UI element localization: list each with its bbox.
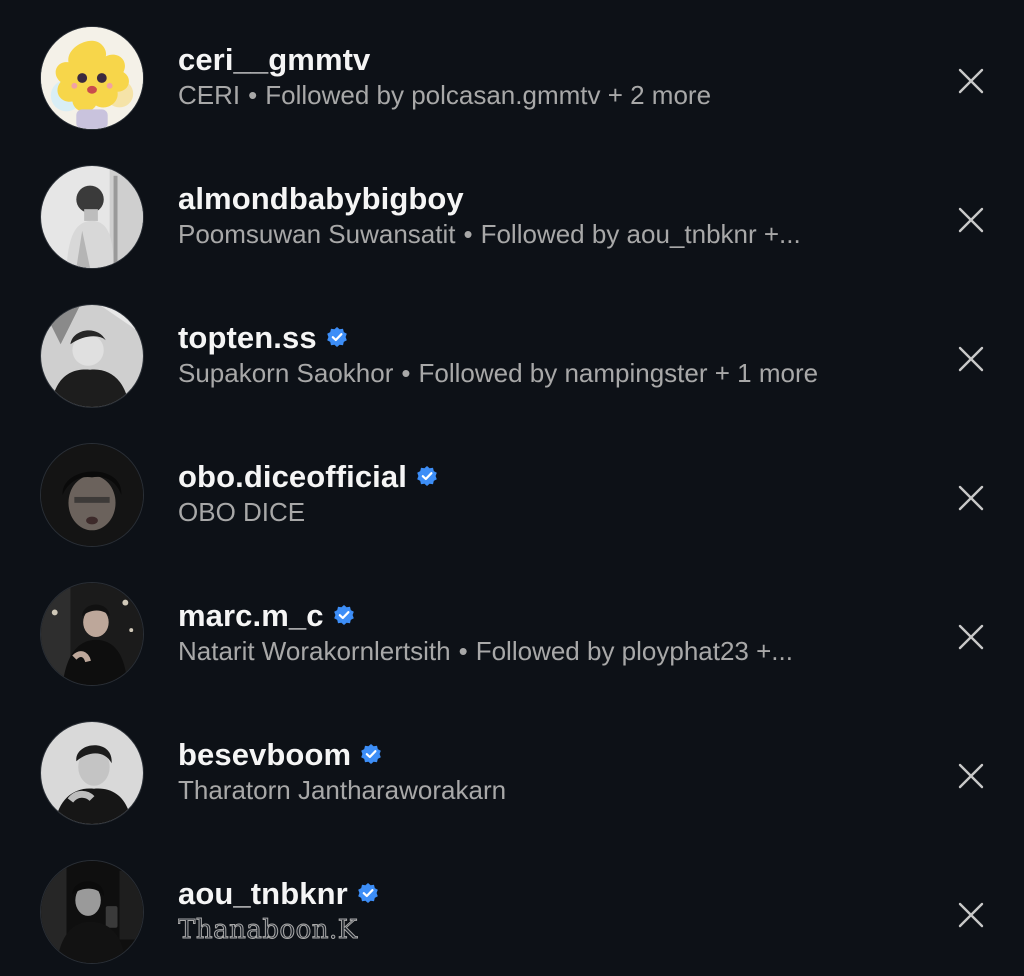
username[interactable]: marc.m_c (178, 598, 324, 634)
close-icon (958, 207, 984, 233)
dismiss-suggestion-button[interactable] (956, 66, 986, 96)
suggested-account-row[interactable]: aou_tnbknr Thanaboon.K (0, 834, 1024, 973)
avatar[interactable] (40, 443, 144, 547)
dismiss-suggestion-button[interactable] (956, 205, 986, 235)
avatar[interactable] (40, 165, 144, 269)
profile-photo (41, 305, 143, 407)
account-subtitle: CERI • Followed by polcasan.gmmtv + 2 more (178, 80, 711, 111)
profile-photo (41, 722, 143, 824)
username[interactable]: topten.ss (178, 320, 317, 356)
verified-badge-icon (359, 743, 383, 767)
separator-dot: • (248, 80, 258, 110)
separator-dot: • (458, 636, 468, 666)
full-name: Supakorn Saokhor (178, 358, 394, 388)
avatar[interactable] (40, 304, 144, 408)
close-icon (958, 485, 984, 511)
account-subtitle: Tharatorn Jantharaworakarn (178, 775, 506, 806)
followed-by-text: Followed by ployphat23 +... (475, 636, 793, 666)
suggested-account-row[interactable]: topten.ss Supakorn Saokhor • Followed by n… (0, 278, 1024, 417)
avatar[interactable] (40, 582, 144, 686)
profile-photo (41, 861, 143, 963)
full-name: OBO DICE (178, 497, 306, 527)
profile-photo (41, 166, 143, 268)
separator-dot: • (463, 219, 473, 249)
close-icon (958, 68, 984, 94)
verified-badge-icon (356, 882, 380, 906)
suggested-account-row[interactable]: marc.m_c Natarit Worakornlertsith • Follow… (0, 556, 1024, 695)
dismiss-suggestion-button[interactable] (956, 761, 986, 791)
close-icon (958, 902, 984, 928)
profile-photo (41, 444, 143, 546)
username[interactable]: besevboom (178, 737, 351, 773)
dismiss-suggestion-button[interactable] (956, 900, 986, 930)
dismiss-suggestion-button[interactable] (956, 483, 986, 513)
username[interactable]: almondbabybigboy (178, 181, 464, 217)
full-name: Poomsuwan Suwansatit (178, 219, 456, 249)
avatar[interactable] (40, 721, 144, 825)
account-subtitle: Natarit Worakornlertsith • Followed by plo… (178, 636, 793, 667)
verified-badge-icon (332, 604, 356, 628)
username[interactable]: aou_tnbknr (178, 876, 348, 912)
verified-badge-icon (415, 465, 439, 489)
close-icon (958, 763, 984, 789)
dismiss-suggestion-button[interactable] (956, 344, 986, 374)
suggested-account-row[interactable]: besevboom Tharatorn Jantharaworakarn (0, 695, 1024, 834)
separator-dot: • (401, 358, 411, 388)
full-name: Thanaboon.K (178, 915, 358, 946)
followed-by-text: Followed by nampingster + 1 more (418, 358, 819, 388)
verified-badge-icon (325, 326, 349, 350)
avatar[interactable] (40, 26, 144, 130)
suggested-account-row[interactable]: obo.diceofficial OBO DICE (0, 417, 1024, 556)
full-name: CERI (178, 80, 241, 110)
close-icon (958, 346, 984, 372)
dismiss-suggestion-button[interactable] (956, 622, 986, 652)
mascot-avatar-image (41, 27, 143, 129)
account-subtitle: Poomsuwan Suwansatit • Followed by aou_tnb… (178, 219, 801, 250)
full-name: Natarit Worakornlertsith (178, 636, 451, 666)
username[interactable]: ceri__gmmtv (178, 42, 370, 78)
followed-by-text: Followed by aou_tnbknr +... (480, 219, 801, 249)
account-subtitle: Supakorn Saokhor • Followed by nampingster… (178, 358, 818, 389)
profile-photo (41, 583, 143, 685)
followed-by-text: Followed by polcasan.gmmtv + 2 more (265, 80, 712, 110)
suggested-account-row[interactable]: almondbabybigboy Poomsuwan Suwansatit • Fo… (0, 139, 1024, 278)
close-icon (958, 624, 984, 650)
full-name: Tharatorn Jantharaworakarn (178, 775, 507, 805)
account-subtitle: Thanaboon.K (178, 914, 358, 946)
username[interactable]: obo.diceofficial (178, 459, 407, 495)
avatar[interactable] (40, 860, 144, 964)
suggested-account-row[interactable]: ceri__gmmtv CERI • Followed by polcasan.gm… (0, 0, 1024, 139)
account-subtitle: OBO DICE (178, 497, 305, 528)
